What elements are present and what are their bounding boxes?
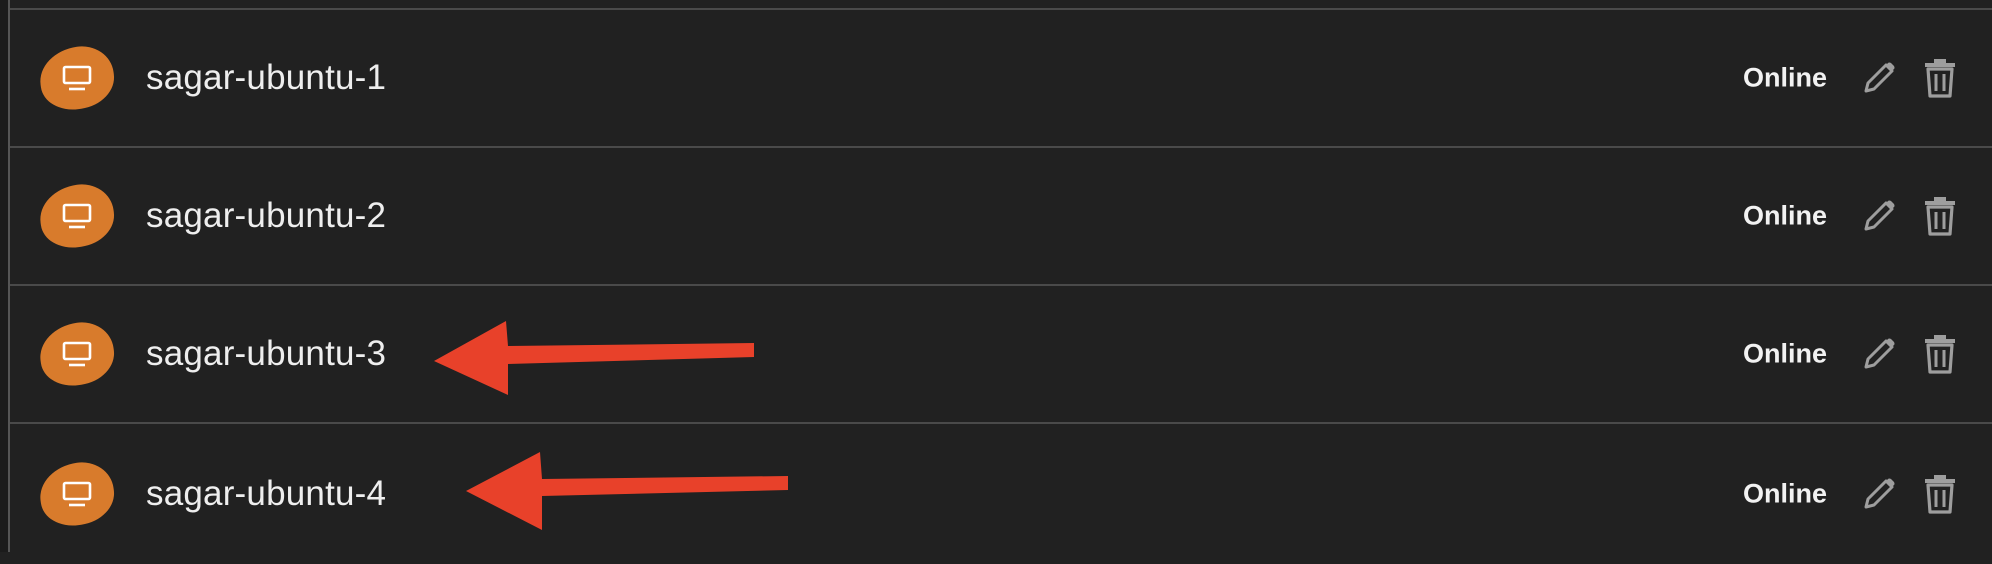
red-arrow-annotation bbox=[434, 321, 754, 395]
left-border bbox=[0, 0, 10, 552]
monitor-icon bbox=[62, 203, 92, 229]
edit-button[interactable] bbox=[1859, 196, 1899, 236]
trash-icon bbox=[1925, 59, 1955, 98]
edit-button[interactable] bbox=[1859, 474, 1899, 514]
pencil-icon bbox=[1864, 62, 1895, 93]
device-name[interactable]: sagar-ubuntu-1 bbox=[146, 58, 386, 98]
device-row[interactable]: sagar-ubuntu-4 Online bbox=[10, 424, 1992, 564]
device-avatar bbox=[36, 180, 118, 252]
status-label: Online bbox=[1742, 478, 1827, 509]
device-avatar bbox=[36, 42, 118, 114]
status-label: Online bbox=[1742, 62, 1827, 93]
device-row[interactable]: sagar-ubuntu-3 Online bbox=[10, 286, 1992, 424]
edit-button[interactable] bbox=[1859, 334, 1899, 374]
trash-icon bbox=[1925, 197, 1955, 236]
pencil-icon bbox=[1864, 478, 1895, 509]
previous-row-edge bbox=[10, 0, 1992, 10]
delete-button[interactable] bbox=[1920, 58, 1960, 98]
delete-button[interactable] bbox=[1920, 334, 1960, 374]
edit-button[interactable] bbox=[1859, 58, 1899, 98]
delete-button[interactable] bbox=[1920, 474, 1960, 514]
delete-button[interactable] bbox=[1920, 196, 1960, 236]
device-row[interactable]: sagar-ubuntu-1 Online bbox=[10, 10, 1992, 148]
device-list: sagar-ubuntu-1 Online sagar-ubuntu-2 Onl… bbox=[10, 10, 1992, 564]
red-arrow-annotation bbox=[466, 452, 788, 530]
status-label: Online bbox=[1742, 338, 1827, 369]
pencil-icon bbox=[1864, 338, 1895, 369]
status-label: Online bbox=[1742, 200, 1827, 231]
pencil-icon bbox=[1864, 200, 1895, 231]
device-row[interactable]: sagar-ubuntu-2 Online bbox=[10, 148, 1992, 286]
monitor-icon bbox=[62, 65, 92, 91]
device-name[interactable]: sagar-ubuntu-2 bbox=[146, 196, 386, 236]
trash-icon bbox=[1925, 335, 1955, 374]
trash-icon bbox=[1925, 475, 1955, 514]
